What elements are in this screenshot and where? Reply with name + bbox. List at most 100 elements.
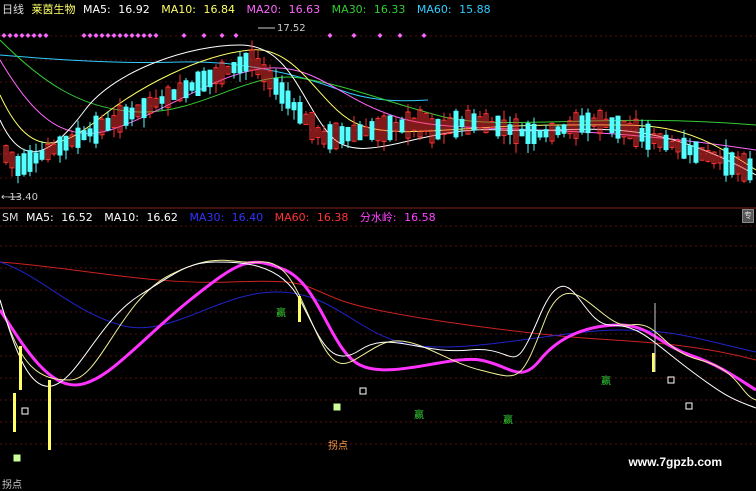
candle-body-61 <box>369 121 375 140</box>
signal-diamond-22 <box>201 33 207 38</box>
signal-diamond-25 <box>327 33 333 38</box>
candle-body-48 <box>291 102 297 111</box>
candle-body-26 <box>159 96 165 104</box>
sm-fen-shui-ling-line <box>0 260 756 392</box>
signal-diamond-26 <box>351 33 357 38</box>
signal-diamond-14 <box>117 33 123 38</box>
candle-body-9 <box>57 136 63 156</box>
candle-body-12 <box>75 127 81 148</box>
candle-body-38 <box>231 62 237 74</box>
candle-body-30 <box>183 80 189 99</box>
candle-body-20 <box>123 106 129 126</box>
sm-ma30-legend: MA30: 16.40 <box>189 211 264 224</box>
sm-signal-bar-3 <box>298 296 301 322</box>
signal-label-4: 赢 <box>601 376 611 387</box>
candle-body-3 <box>21 153 27 175</box>
signal-diamond-23 <box>219 33 225 38</box>
top-panel-grid <box>0 35 756 179</box>
candle-body-96 <box>579 115 585 133</box>
signal-diamond-19 <box>147 33 153 38</box>
high-marker-label: 17.52 <box>277 23 306 34</box>
sm-ma60-line <box>0 261 756 361</box>
candle-body-93 <box>561 124 567 134</box>
candle-body-84 <box>507 124 513 135</box>
signal-diamond-20 <box>153 33 159 38</box>
bottom-left-label: 拐点 <box>2 480 22 491</box>
period-label[interactable]: 日线 <box>2 3 24 16</box>
sm-signal-bar-2 <box>48 380 51 450</box>
sm-signal-bar-1 <box>19 346 22 390</box>
candle-body-28 <box>171 89 177 100</box>
ma10-legend: MA10: 16.84 <box>161 3 235 16</box>
sm-ma5-legend: MA5: 16.52 <box>25 211 93 224</box>
signal-diamond-29 <box>421 33 427 38</box>
low-marker-label: ←13.40 <box>1 192 38 203</box>
candle-body-115 <box>693 141 699 163</box>
sm-mark-2 <box>333 403 341 411</box>
candle-body-86 <box>519 128 525 137</box>
candle-body-121 <box>729 152 735 175</box>
sm-mark-0 <box>21 407 29 415</box>
sm-ma10-legend: MA10: 16.62 <box>104 211 178 224</box>
candle-body-89 <box>537 130 543 138</box>
candle-body-97 <box>585 112 591 134</box>
candle-body-31 <box>189 82 195 91</box>
candle-body-78 <box>471 113 477 131</box>
candle-body-33 <box>201 70 207 92</box>
ma5-legend: MA5: 16.92 <box>83 3 150 16</box>
candle-body-75 <box>453 110 459 138</box>
candle-body-47 <box>285 90 291 109</box>
candle-body-4 <box>27 150 33 172</box>
candle-body-110 <box>663 134 669 151</box>
watermark: www.7gpzb.com <box>628 455 722 469</box>
candle-body-92 <box>555 126 561 136</box>
candle-body-5 <box>33 152 39 164</box>
candle-body-66 <box>399 119 405 133</box>
candle-body-88 <box>531 123 537 145</box>
sm-mark-1 <box>359 387 367 395</box>
top-legend: 日线 莱茵生物 MA5: 16.92 MA10: 16.84 MA20: 16.… <box>2 2 499 18</box>
candle-body-120 <box>723 147 729 176</box>
signal-diamond-27 <box>377 33 383 38</box>
panel-toggle-button[interactable]: 专 <box>742 209 754 223</box>
signal-diamond-5 <box>31 33 37 38</box>
candle-body-21 <box>129 107 135 120</box>
signal-diamond-3 <box>19 33 25 38</box>
fen-shui-ling-legend: 分水岭: 16.58 <box>359 211 436 224</box>
sm-signal-marks <box>13 376 693 462</box>
stock-chart[interactable]: 17.52 ←13.40 <box>0 0 756 487</box>
signal-diamond-8 <box>81 33 87 38</box>
signal-label-2: 赢 <box>414 410 424 421</box>
sm-signal-bar-0 <box>13 393 16 432</box>
signal-diamond-4 <box>25 33 31 38</box>
signal-diamond-18 <box>141 33 147 38</box>
candle-body-114 <box>687 145 693 156</box>
candle-body-106 <box>639 127 645 142</box>
sm-signal-bars <box>13 296 656 450</box>
candle-body-76 <box>459 118 465 127</box>
candle-body-49 <box>297 102 303 124</box>
sm-indicator-lines <box>0 259 756 409</box>
signal-diamond-12 <box>105 33 111 38</box>
signal-diamond-13 <box>111 33 117 38</box>
signal-diamond-28 <box>397 33 403 38</box>
signal-diamond-21 <box>181 33 187 38</box>
signal-diamond-10 <box>93 33 99 38</box>
candle-body-57 <box>345 126 351 142</box>
ma30-legend: MA30: 16.33 <box>331 3 406 16</box>
ma30-line <box>0 39 756 126</box>
candle-body-90 <box>543 129 549 138</box>
ma20-legend: MA20: 16.63 <box>246 3 321 16</box>
candle-body-32 <box>195 71 201 96</box>
candle-body-107 <box>645 123 651 150</box>
turning-point-label: 拐点 <box>328 441 348 452</box>
candle-body-72 <box>435 118 441 140</box>
candle-body-124 <box>747 158 753 181</box>
candle-body-102 <box>615 115 621 139</box>
signal-diamond-6 <box>37 33 43 38</box>
signal-diamond-7 <box>43 33 49 38</box>
sm-mark-4 <box>685 402 693 410</box>
candle-body-17 <box>105 117 111 131</box>
signal-diamond-11 <box>99 33 105 38</box>
sm-mark-5 <box>13 454 21 462</box>
